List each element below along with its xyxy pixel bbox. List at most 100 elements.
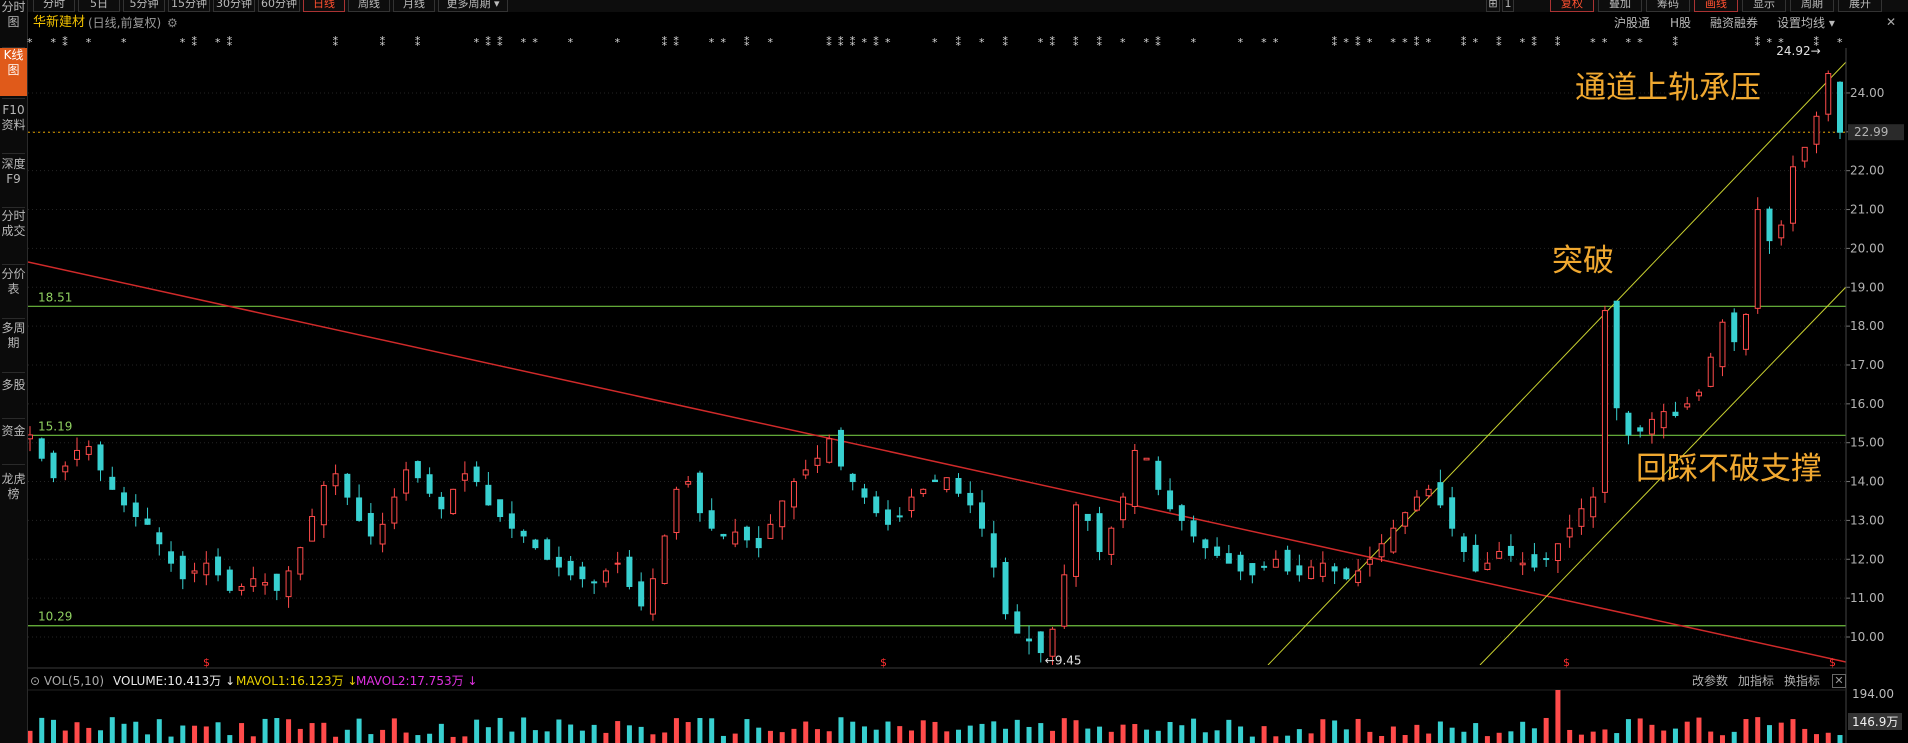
price-chart: * * ⁑ * * * ⁑ * ⁑ ⁑ ⁑ ⁑ * ⁑ ⁑ * * * * ⁑ ⁑ * * ⁑ * ⁑ ⁑ ⁑ * ⁑ * * ⁑ * ⁑ * ⁑ ⁑ ⁑ *… bbox=[27, 36, 1904, 743]
volume-indicator-label: ⊙ VOL(5,10) bbox=[30, 674, 105, 688]
change-params-button[interactable]: 改参数 bbox=[1692, 673, 1728, 689]
volume-value: VOLUME:10.413万 ↓ bbox=[113, 674, 236, 688]
candle-body bbox=[520, 530, 527, 537]
event-marker: * bbox=[121, 36, 127, 49]
volume-bar bbox=[673, 718, 679, 743]
candle-body bbox=[908, 496, 915, 512]
volume-bar bbox=[1449, 727, 1455, 743]
candle-body bbox=[121, 492, 128, 506]
volume-bar bbox=[1390, 726, 1396, 743]
candle-body bbox=[179, 555, 186, 580]
annotation-breakout: 突破 bbox=[1552, 243, 1614, 279]
candle-body bbox=[168, 551, 175, 564]
volume-bar bbox=[873, 729, 879, 743]
volume-axis-current: 146.9万 bbox=[1848, 713, 1903, 730]
candle-body bbox=[696, 472, 703, 514]
event-markers: * * ⁑ * * * ⁑ * ⁑ ⁑ ⁑ ⁑ * ⁑ ⁑ * * * * ⁑ ⁑ * * ⁑ * ⁑ ⁑ ⁑ * ⁑ * * ⁑ * ⁑ * ⁑ ⁑ ⁑ *… bbox=[27, 36, 1843, 49]
candle-body bbox=[1472, 544, 1479, 572]
event-marker: ⁑ bbox=[1073, 36, 1079, 49]
level-label: 10.29 bbox=[38, 610, 72, 624]
candle-body bbox=[1543, 558, 1550, 561]
candle-body bbox=[28, 434, 33, 440]
candle-body bbox=[132, 502, 139, 518]
price-tick-label: 21.00 bbox=[1850, 203, 1884, 217]
volume-bar bbox=[779, 732, 785, 743]
mavol1-value: MAVOL1:16.123万 ↓ bbox=[236, 674, 358, 688]
candle-body bbox=[1731, 312, 1738, 343]
candle-body bbox=[790, 481, 797, 508]
volume-bar bbox=[109, 717, 115, 743]
candle-body bbox=[62, 465, 69, 473]
candle-body bbox=[591, 581, 598, 584]
event-marker: * bbox=[615, 36, 621, 49]
candle-body bbox=[461, 473, 468, 481]
candle-body bbox=[896, 515, 903, 518]
volume-bar bbox=[1837, 735, 1843, 743]
volume-bar bbox=[1461, 731, 1467, 743]
price-tick-label: 20.00 bbox=[1850, 241, 1884, 255]
kline-screen: 分时图 K线图 F10资料 深度F9 分时成交 分价表 多周期 多股 资金 龙虎… bbox=[0, 0, 1908, 743]
event-marker: * bbox=[1837, 36, 1843, 49]
event-marker: * bbox=[86, 36, 92, 49]
volume-bar bbox=[556, 719, 562, 743]
volume-bar bbox=[1437, 721, 1443, 743]
volume-bar bbox=[321, 722, 327, 743]
event-marker: ⁑ bbox=[838, 36, 844, 49]
event-marker: * bbox=[709, 36, 715, 49]
candle-body bbox=[1014, 611, 1021, 634]
volume-bar bbox=[1590, 731, 1596, 743]
candle-body bbox=[426, 474, 433, 494]
volume-bar bbox=[897, 726, 903, 743]
volume-bar bbox=[168, 736, 174, 743]
volume-bar bbox=[180, 725, 186, 743]
candle-body bbox=[708, 510, 715, 529]
volume-bar bbox=[1249, 736, 1255, 743]
candle-body bbox=[38, 438, 45, 459]
high-price-marker: 24.92→ bbox=[1776, 44, 1820, 58]
candle-body bbox=[861, 488, 868, 498]
candle-body bbox=[767, 523, 774, 539]
volume-bar bbox=[744, 719, 750, 743]
candle-body bbox=[109, 476, 116, 490]
volume-bar bbox=[532, 730, 538, 743]
candle-body bbox=[215, 556, 222, 576]
volume-bar bbox=[1672, 728, 1678, 743]
event-marker: * bbox=[1402, 36, 1408, 49]
volume-bar bbox=[1261, 726, 1267, 743]
event-marker: * bbox=[885, 36, 891, 49]
volume-bar bbox=[391, 718, 397, 743]
event-marker: ⁑ bbox=[1155, 36, 1161, 49]
volume-bar bbox=[403, 732, 409, 743]
volume-bar bbox=[356, 718, 362, 743]
volume-bar bbox=[697, 718, 703, 743]
candle-body bbox=[967, 492, 974, 506]
candle-body bbox=[626, 556, 633, 587]
volume-bar bbox=[1825, 732, 1831, 743]
volume-bar bbox=[732, 733, 738, 743]
volume-bar bbox=[333, 736, 339, 743]
candle-body bbox=[1695, 391, 1702, 397]
event-marker: ⁑ bbox=[485, 36, 491, 49]
add-indicator-button[interactable]: 加指标 bbox=[1738, 673, 1774, 689]
candle-body bbox=[1813, 115, 1820, 145]
event-marker: ⁑ bbox=[1003, 36, 1009, 49]
candle-body bbox=[1684, 403, 1691, 408]
candle-body bbox=[955, 478, 962, 494]
candle-body bbox=[391, 496, 398, 524]
close-panel-icon[interactable]: ✕ bbox=[1832, 674, 1846, 688]
candle-body bbox=[332, 473, 339, 487]
volume-bar bbox=[1625, 719, 1631, 743]
event-marker: * bbox=[1390, 36, 1396, 49]
candle-body bbox=[1343, 568, 1350, 580]
volume-bar bbox=[1755, 717, 1761, 743]
event-marker: * bbox=[1144, 36, 1150, 49]
event-marker: ⁑ bbox=[1414, 36, 1420, 49]
volume-bar bbox=[662, 732, 668, 743]
channel-upper-line bbox=[1267, 61, 1846, 665]
switch-indicator-button[interactable]: 换指标 bbox=[1784, 673, 1820, 689]
volume-bar bbox=[215, 722, 221, 743]
event-marker: ⁑ bbox=[1355, 36, 1361, 49]
candle-body bbox=[743, 526, 750, 541]
candle-body bbox=[85, 446, 92, 455]
descending-trend-line bbox=[28, 261, 1846, 663]
